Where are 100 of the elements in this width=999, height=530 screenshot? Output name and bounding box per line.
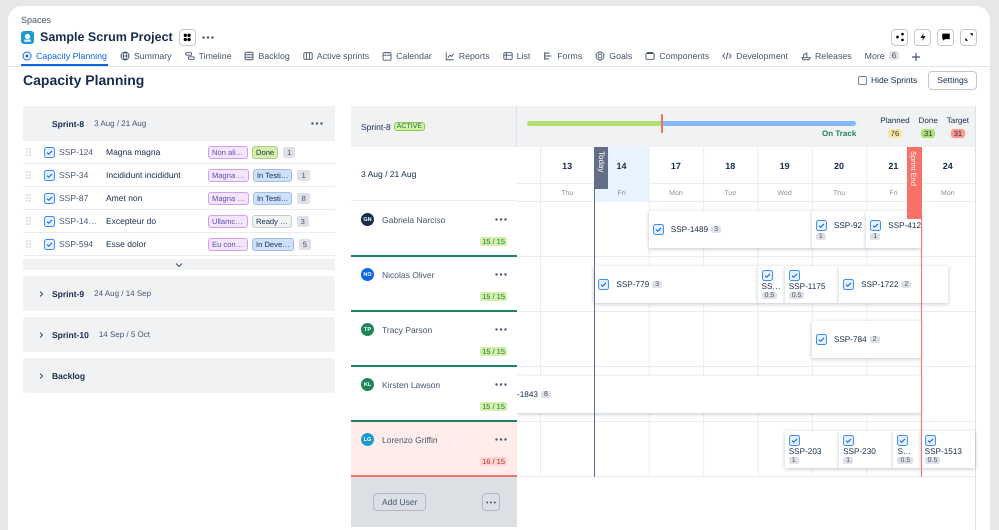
- lightning-button[interactable]: [914, 28, 931, 46]
- tab[interactable]: Goals: [594, 47, 634, 66]
- issue-summary: Amet non: [106, 193, 144, 203]
- more-icon[interactable]: [311, 122, 323, 125]
- target-icon: [22, 50, 32, 60]
- stat-label: Target: [946, 116, 969, 124]
- user-name: Nicolas Oliver: [382, 270, 436, 280]
- add-user-button[interactable]: Add User: [373, 493, 426, 511]
- settings-button[interactable]: Settings: [928, 70, 977, 90]
- task-key: SSP-230: [843, 447, 890, 456]
- columns-icon: [302, 50, 313, 60]
- issue-key: SSP-124: [59, 147, 106, 157]
- tab[interactable]: Components: [644, 47, 710, 66]
- task-icon: [44, 146, 55, 158]
- sprint-name: Sprint-9: [52, 288, 84, 298]
- stat-label: Done: [918, 116, 938, 124]
- day-number[interactable]: 14: [616, 160, 627, 170]
- drag-handle-icon[interactable]: [26, 240, 31, 248]
- tab[interactable]: Timeline: [184, 47, 232, 66]
- task-icon: [870, 220, 882, 230]
- task-icon: [762, 270, 772, 281]
- tab[interactable]: Forms: [542, 47, 584, 66]
- sprint-name: Sprint-8: [361, 122, 391, 132]
- task-key: SSP-1513: [924, 447, 971, 456]
- tab[interactable]: List: [502, 47, 532, 66]
- more-icon[interactable]: [495, 438, 507, 441]
- task-icon: [843, 279, 854, 290]
- more-button[interactable]: [482, 493, 500, 511]
- progress-marker: [661, 114, 663, 133]
- task-icon: [44, 216, 55, 226]
- more-icon[interactable]: [495, 328, 507, 331]
- day-number[interactable]: 17: [670, 160, 681, 170]
- task-icon: [788, 435, 800, 446]
- page-title: Capacity Planning: [23, 72, 144, 88]
- expand-button[interactable]: [960, 28, 977, 46]
- tab[interactable]: Summary: [118, 47, 173, 66]
- issue-key: SSP-14…: [59, 216, 106, 226]
- tab[interactable]: Active sprints: [302, 47, 370, 66]
- checkbox[interactable]: [858, 76, 867, 84]
- task-key: SSP-412: [888, 220, 921, 230]
- sprint-dates: 24 Aug / 14 Sep: [94, 289, 152, 298]
- more-icon[interactable]: [495, 383, 507, 386]
- user-name: Gabriela Narciso: [382, 214, 446, 224]
- sprint-header[interactable]: Backlog: [23, 358, 335, 393]
- count-badge: 6: [888, 51, 900, 60]
- issue-summary: Esse dolor: [106, 239, 148, 249]
- people-button[interactable]: [178, 28, 196, 46]
- user-name: Lorenzo Griffin: [382, 434, 439, 444]
- goal-icon: [595, 50, 606, 60]
- sprint-header[interactable]: Sprint-9 24 Aug / 14 Sep: [23, 276, 335, 311]
- issue-key: SSP-34: [59, 170, 106, 180]
- task-icon: [816, 220, 827, 230]
- breadcrumb-link[interactable]: Spaces: [21, 14, 977, 27]
- issue-summary: Incididunt incididunt: [106, 170, 182, 180]
- task-key: SSP-1722: [861, 280, 898, 289]
- tab[interactable]: Reports: [444, 47, 491, 66]
- more-icon[interactable]: [202, 36, 214, 38]
- project-icon: [21, 30, 34, 44]
- day-number[interactable]: 20: [834, 160, 844, 170]
- more-icon[interactable]: [495, 273, 507, 276]
- tab[interactable]: Development: [721, 47, 789, 66]
- chevron-down-icon: [174, 260, 184, 268]
- more-icon[interactable]: [495, 218, 507, 221]
- stat-label: Planned: [880, 116, 910, 124]
- task-icon: [652, 224, 664, 235]
- day-number[interactable]: 18: [725, 160, 736, 170]
- speech-bubble-icon: [940, 32, 950, 42]
- drag-handle-icon[interactable]: [26, 148, 31, 156]
- tab[interactable]: Capacity Planning: [21, 47, 108, 66]
- globe-icon: [120, 50, 130, 60]
- drag-handle-icon[interactable]: [26, 194, 31, 202]
- more-tab[interactable]: More 6: [864, 47, 900, 66]
- sprint-header[interactable]: Sprint-8 3 Aug / 21 Aug: [23, 106, 335, 141]
- feedback-button[interactable]: [937, 28, 954, 46]
- task-key: SS…: [762, 282, 781, 291]
- share-button[interactable]: [891, 28, 908, 46]
- sprint-dates: 3 Aug / 21 Aug: [94, 119, 146, 128]
- day-number[interactable]: 21: [888, 160, 898, 170]
- day-number[interactable]: 19: [780, 160, 790, 170]
- tab[interactable]: Releases: [800, 47, 853, 66]
- tab[interactable]: Backlog: [243, 47, 291, 66]
- issue-key: SSP-87: [59, 193, 106, 203]
- box-icon: [645, 50, 656, 60]
- day-number[interactable]: 13: [562, 160, 572, 170]
- task-icon: [598, 279, 610, 290]
- task-key: -1843: [517, 390, 538, 399]
- tab[interactable]: Calendar: [381, 47, 433, 66]
- task-key: SSP-1489: [670, 225, 708, 234]
- sprint-header[interactable]: Sprint-10 14 Sep / 5 Oct: [23, 317, 335, 352]
- drag-handle-icon[interactable]: [26, 171, 31, 179]
- grid-icon: [182, 32, 192, 42]
- task-icon: [44, 238, 55, 250]
- plus-icon[interactable]: [911, 52, 922, 62]
- project-title: Sample Scrum Project: [40, 30, 173, 44]
- task-icon: [788, 270, 800, 281]
- task-icon: [44, 192, 55, 204]
- task-key: SSP-1175: [788, 282, 836, 291]
- task-key: SSP-784: [834, 335, 867, 344]
- day-number[interactable]: 24: [942, 160, 953, 170]
- drag-handle-icon[interactable]: [26, 217, 31, 225]
